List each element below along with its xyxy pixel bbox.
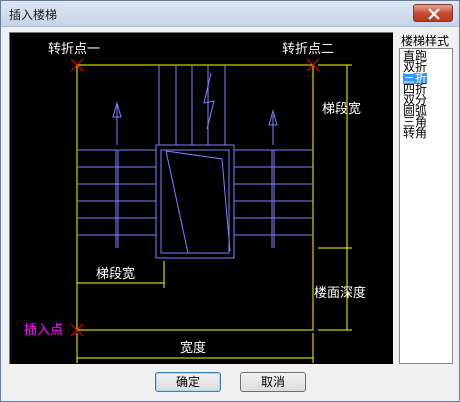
right-flight	[234, 109, 313, 248]
close-button[interactable]	[413, 4, 453, 22]
left-flight	[77, 101, 156, 248]
landing-depth-label: 楼面深度	[314, 285, 366, 301]
stair-style-list[interactable]: 直跑 双折 三折 四折 双分 圆弧 三角 转角	[399, 48, 453, 364]
turn-markers	[70, 58, 320, 337]
style-item-corner[interactable]: 转角	[403, 127, 427, 139]
insert-stair-dialog: 插入楼梯 转折点一 转折点二 梯段宽 梯段宽 楼面深度 插入点 宽度 楼梯样式 …	[0, 0, 460, 402]
stair-style-label: 楼梯样式	[401, 34, 450, 48]
insert-point-label: 插入点	[24, 323, 63, 338]
stair-outline	[76, 64, 314, 331]
title-bar[interactable]: 插入楼梯	[1, 1, 459, 27]
window-title: 插入楼梯	[9, 8, 58, 22]
cancel-button[interactable]: 取消	[240, 372, 306, 392]
dialog-body: 转折点一 转折点二 梯段宽 梯段宽 楼面深度 插入点 宽度 楼梯样式 直跑 双折…	[3, 28, 457, 400]
stair-well	[155, 144, 235, 259]
close-icon	[428, 8, 440, 20]
stair-preview-canvas: 转折点一 转折点二 梯段宽 梯段宽 楼面深度 插入点 宽度	[9, 32, 393, 364]
ok-button[interactable]: 确定	[155, 372, 221, 392]
turn-point-1-label: 转折点一	[48, 42, 100, 57]
stair-drawing: 转折点一 转折点二 梯段宽 梯段宽 楼面深度 插入点 宽度	[24, 42, 366, 363]
width-label: 宽度	[180, 340, 206, 356]
middle-flight	[158, 65, 226, 145]
turn-point-2-label: 转折点二	[282, 42, 334, 57]
flight-width-right-label: 梯段宽	[322, 101, 361, 117]
flight-width-bottom-label: 梯段宽	[96, 266, 135, 282]
